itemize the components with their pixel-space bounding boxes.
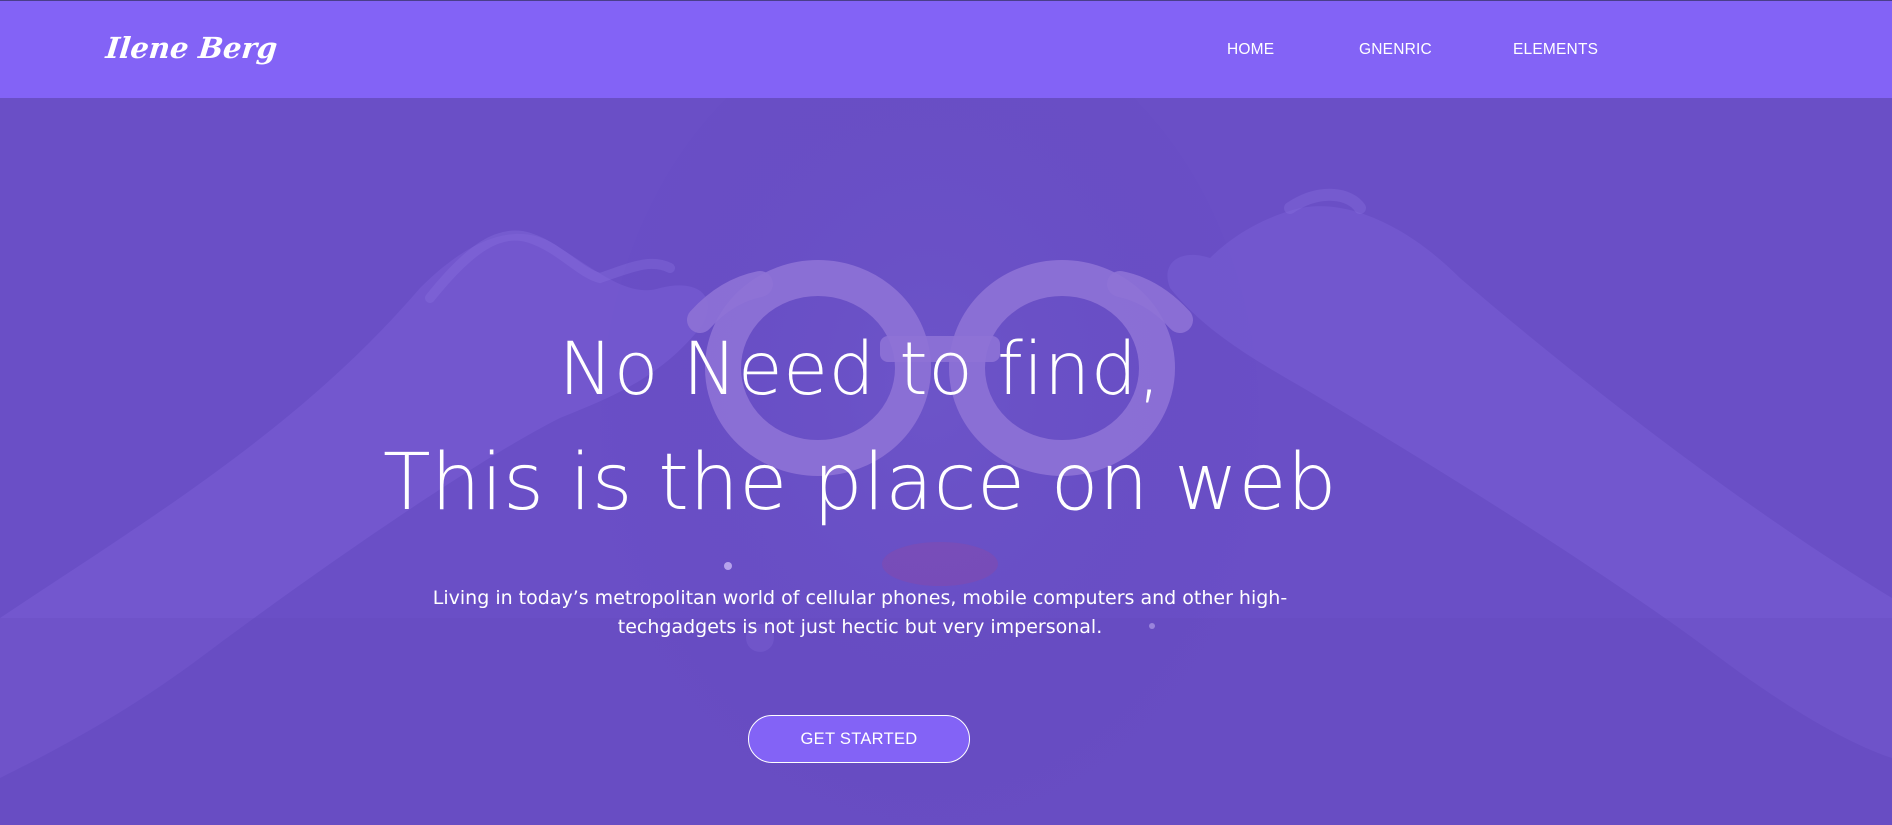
- nav-item-gnenric[interactable]: GNENRIC: [1359, 41, 1432, 59]
- get-started-button[interactable]: GET STARTED: [748, 715, 970, 763]
- nav-item-home[interactable]: HOME: [1227, 41, 1274, 59]
- hero-headline-line-1: No Need to find,: [558, 327, 1162, 412]
- site-header: Ilene Berg HOME GNENRIC ELEMENTS: [0, 0, 1892, 98]
- hero-content: No Need to find, This is the place on we…: [0, 0, 1892, 825]
- hero-headline-line-2: This is the place on web: [383, 438, 1337, 528]
- hero-subtext: Living in today’s metropolitan world of …: [432, 587, 1288, 638]
- main-nav: HOME GNENRIC ELEMENTS: [0, 41, 1892, 65]
- nav-item-elements[interactable]: ELEMENTS: [1513, 41, 1598, 59]
